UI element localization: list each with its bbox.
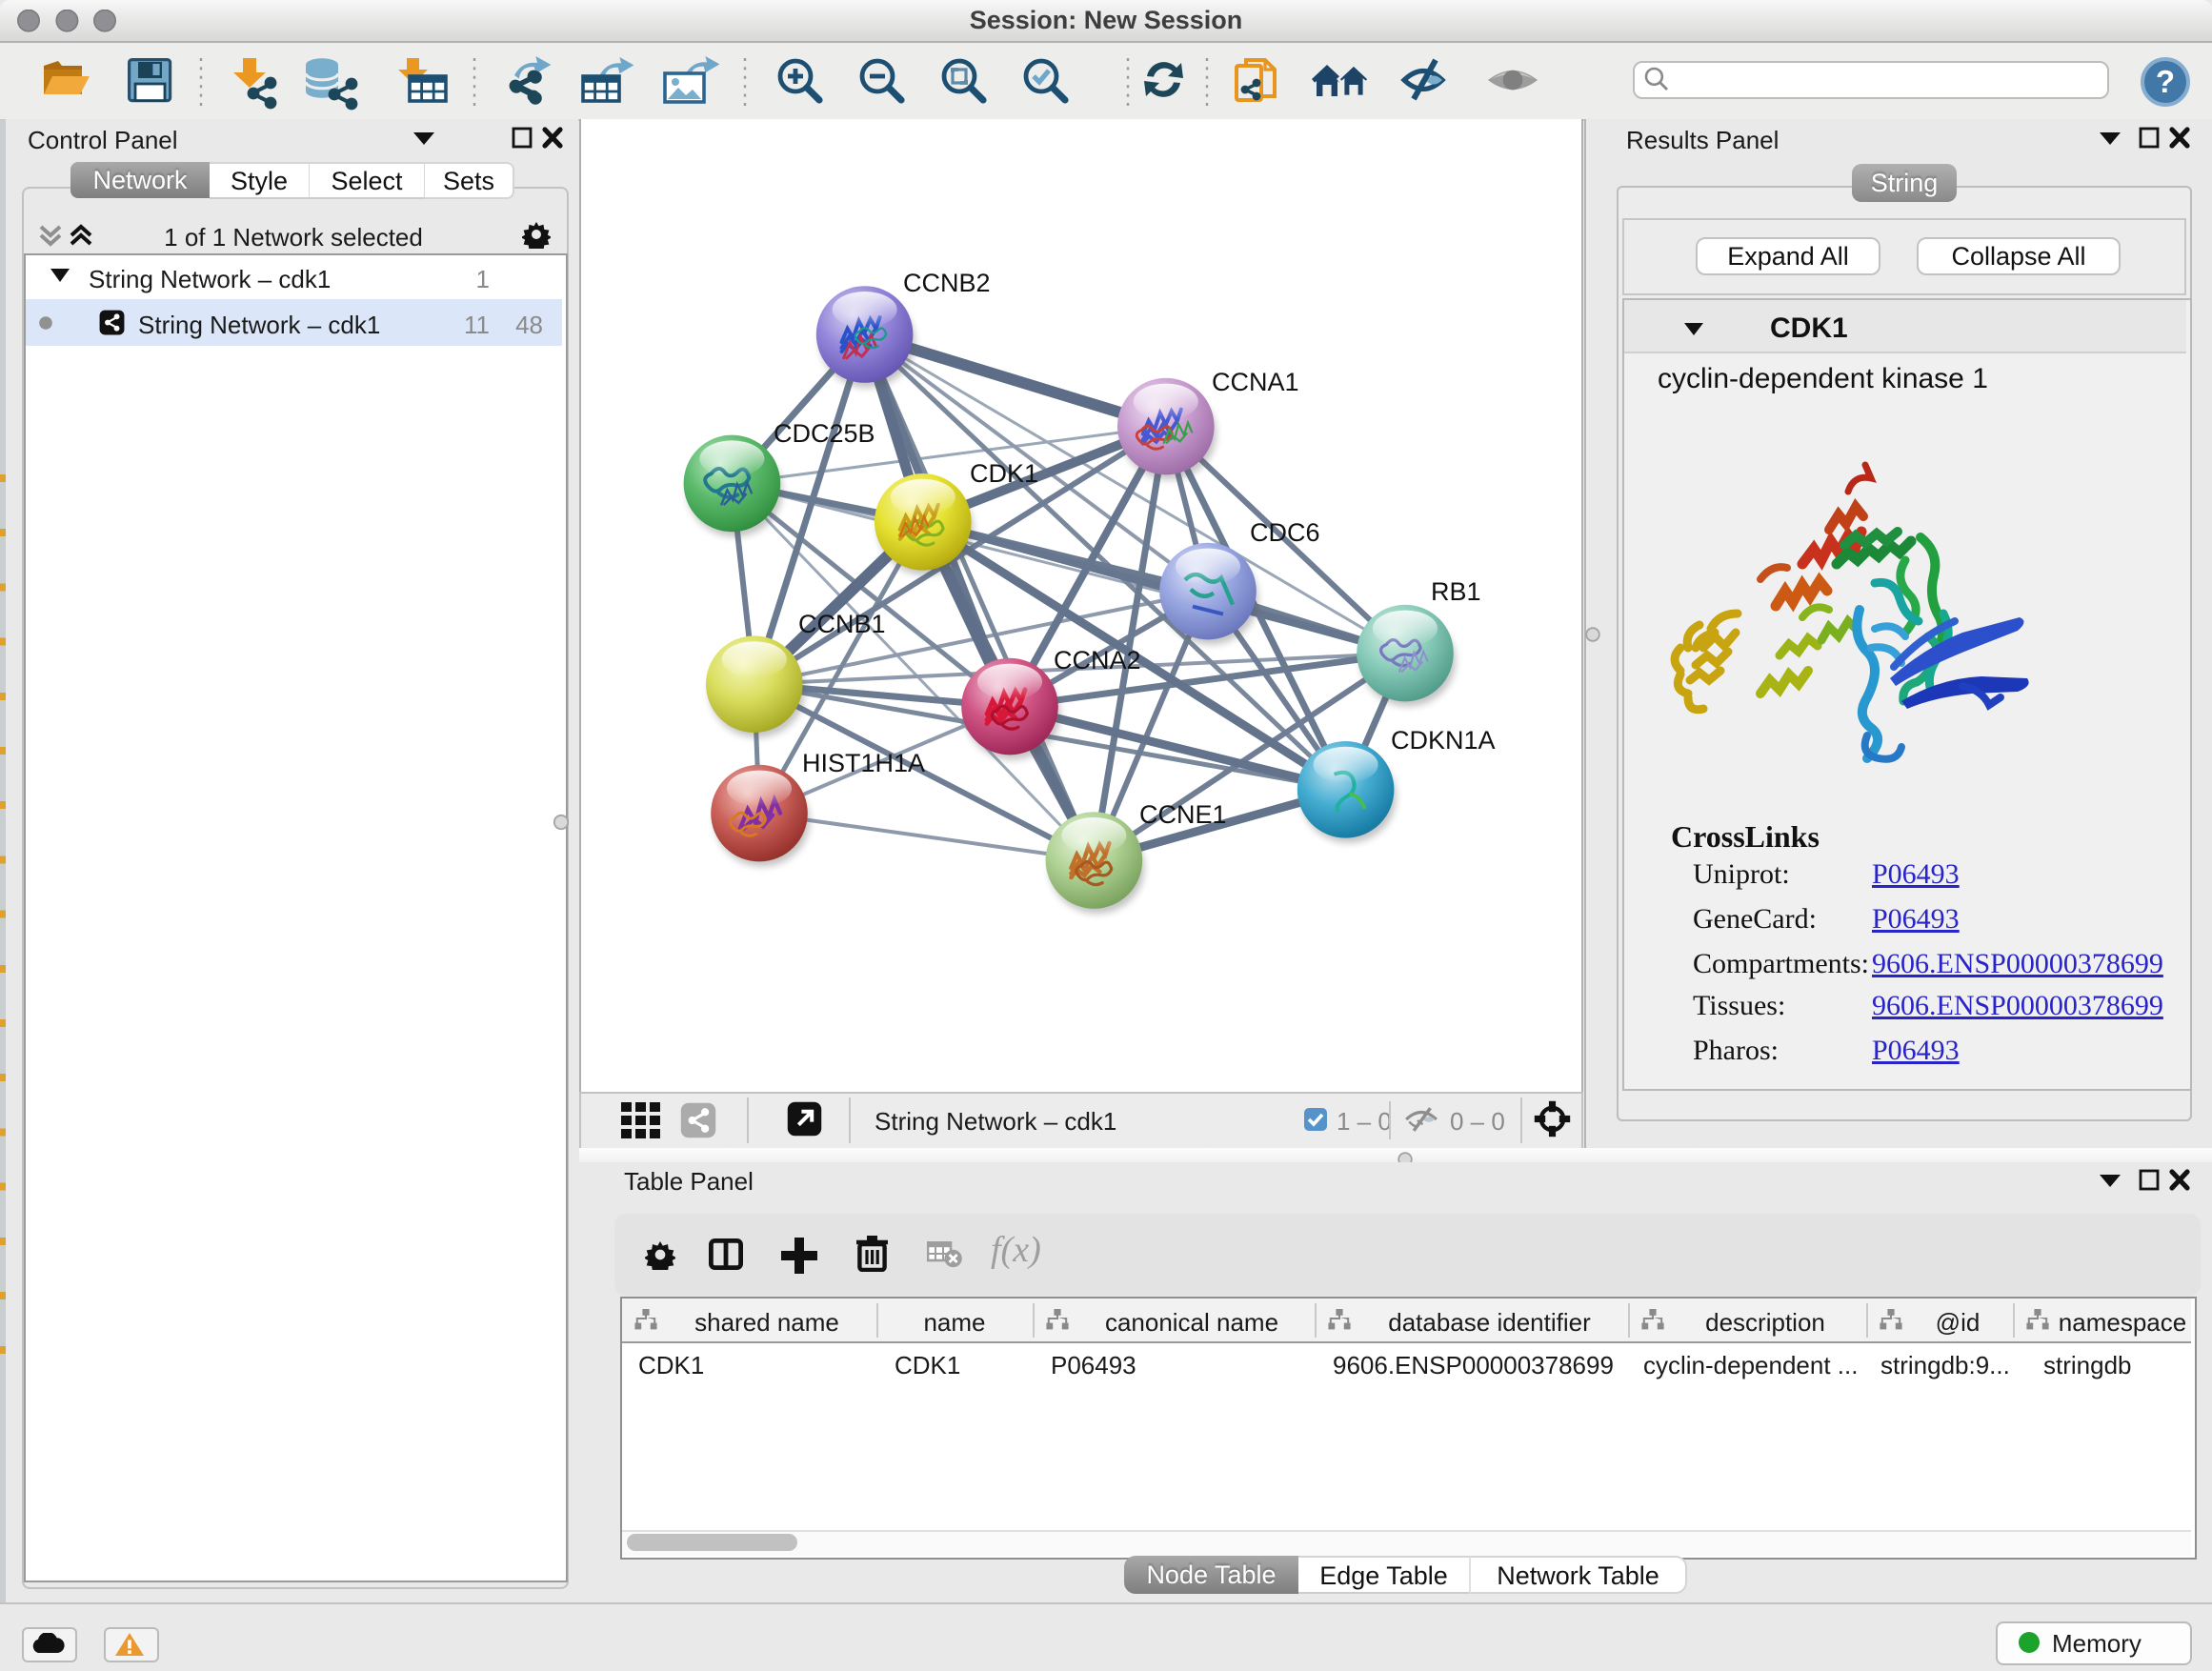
svg-text:CCNB1: CCNB1 xyxy=(798,610,886,638)
svg-text:CDK1: CDK1 xyxy=(970,459,1038,488)
svg-text:HIST1H1A: HIST1H1A xyxy=(802,749,925,777)
svg-text:CCNE1: CCNE1 xyxy=(1139,800,1227,829)
svg-text:CCNB2: CCNB2 xyxy=(903,269,991,297)
svg-text:CDC25B: CDC25B xyxy=(774,419,875,448)
svg-text:RB1: RB1 xyxy=(1431,577,1481,606)
svg-text:?: ? xyxy=(2156,64,2175,99)
svg-text:CCNA1: CCNA1 xyxy=(1212,368,1299,396)
svg-text:CDC6: CDC6 xyxy=(1250,518,1320,547)
svg-text:CDKN1A: CDKN1A xyxy=(1391,726,1496,755)
svg-text:CCNA2: CCNA2 xyxy=(1054,646,1141,674)
